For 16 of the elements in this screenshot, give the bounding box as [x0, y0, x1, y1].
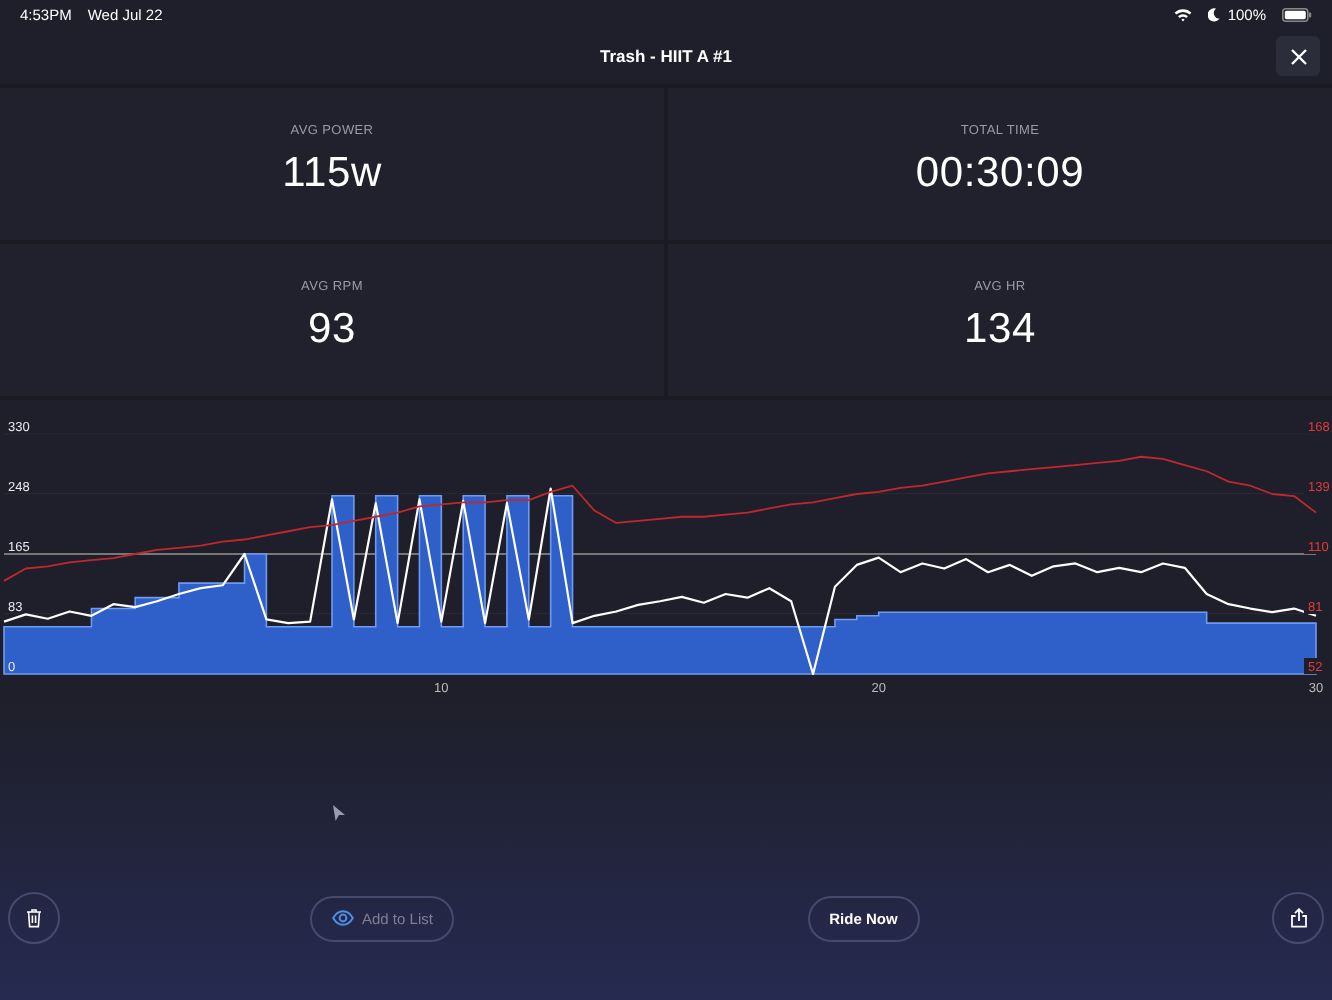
share-button[interactable] — [1272, 892, 1324, 944]
eye-icon — [332, 910, 354, 926]
delete-button[interactable] — [8, 892, 60, 944]
close-button[interactable] — [1276, 36, 1320, 76]
stat-value: 93 — [308, 306, 356, 354]
close-icon — [1289, 47, 1307, 65]
moon-icon — [1207, 7, 1220, 21]
stat-value: 00:30:09 — [915, 150, 1085, 198]
cursor-icon — [332, 804, 346, 822]
wifi-icon — [1173, 7, 1192, 21]
share-icon — [1289, 908, 1307, 928]
stat-value: 134 — [964, 306, 1036, 354]
stat-value: 115w — [282, 150, 382, 198]
trash-icon — [26, 908, 42, 928]
battery-icon — [1282, 7, 1312, 21]
window-title: Trash - HIIT A #1 — [600, 46, 732, 66]
